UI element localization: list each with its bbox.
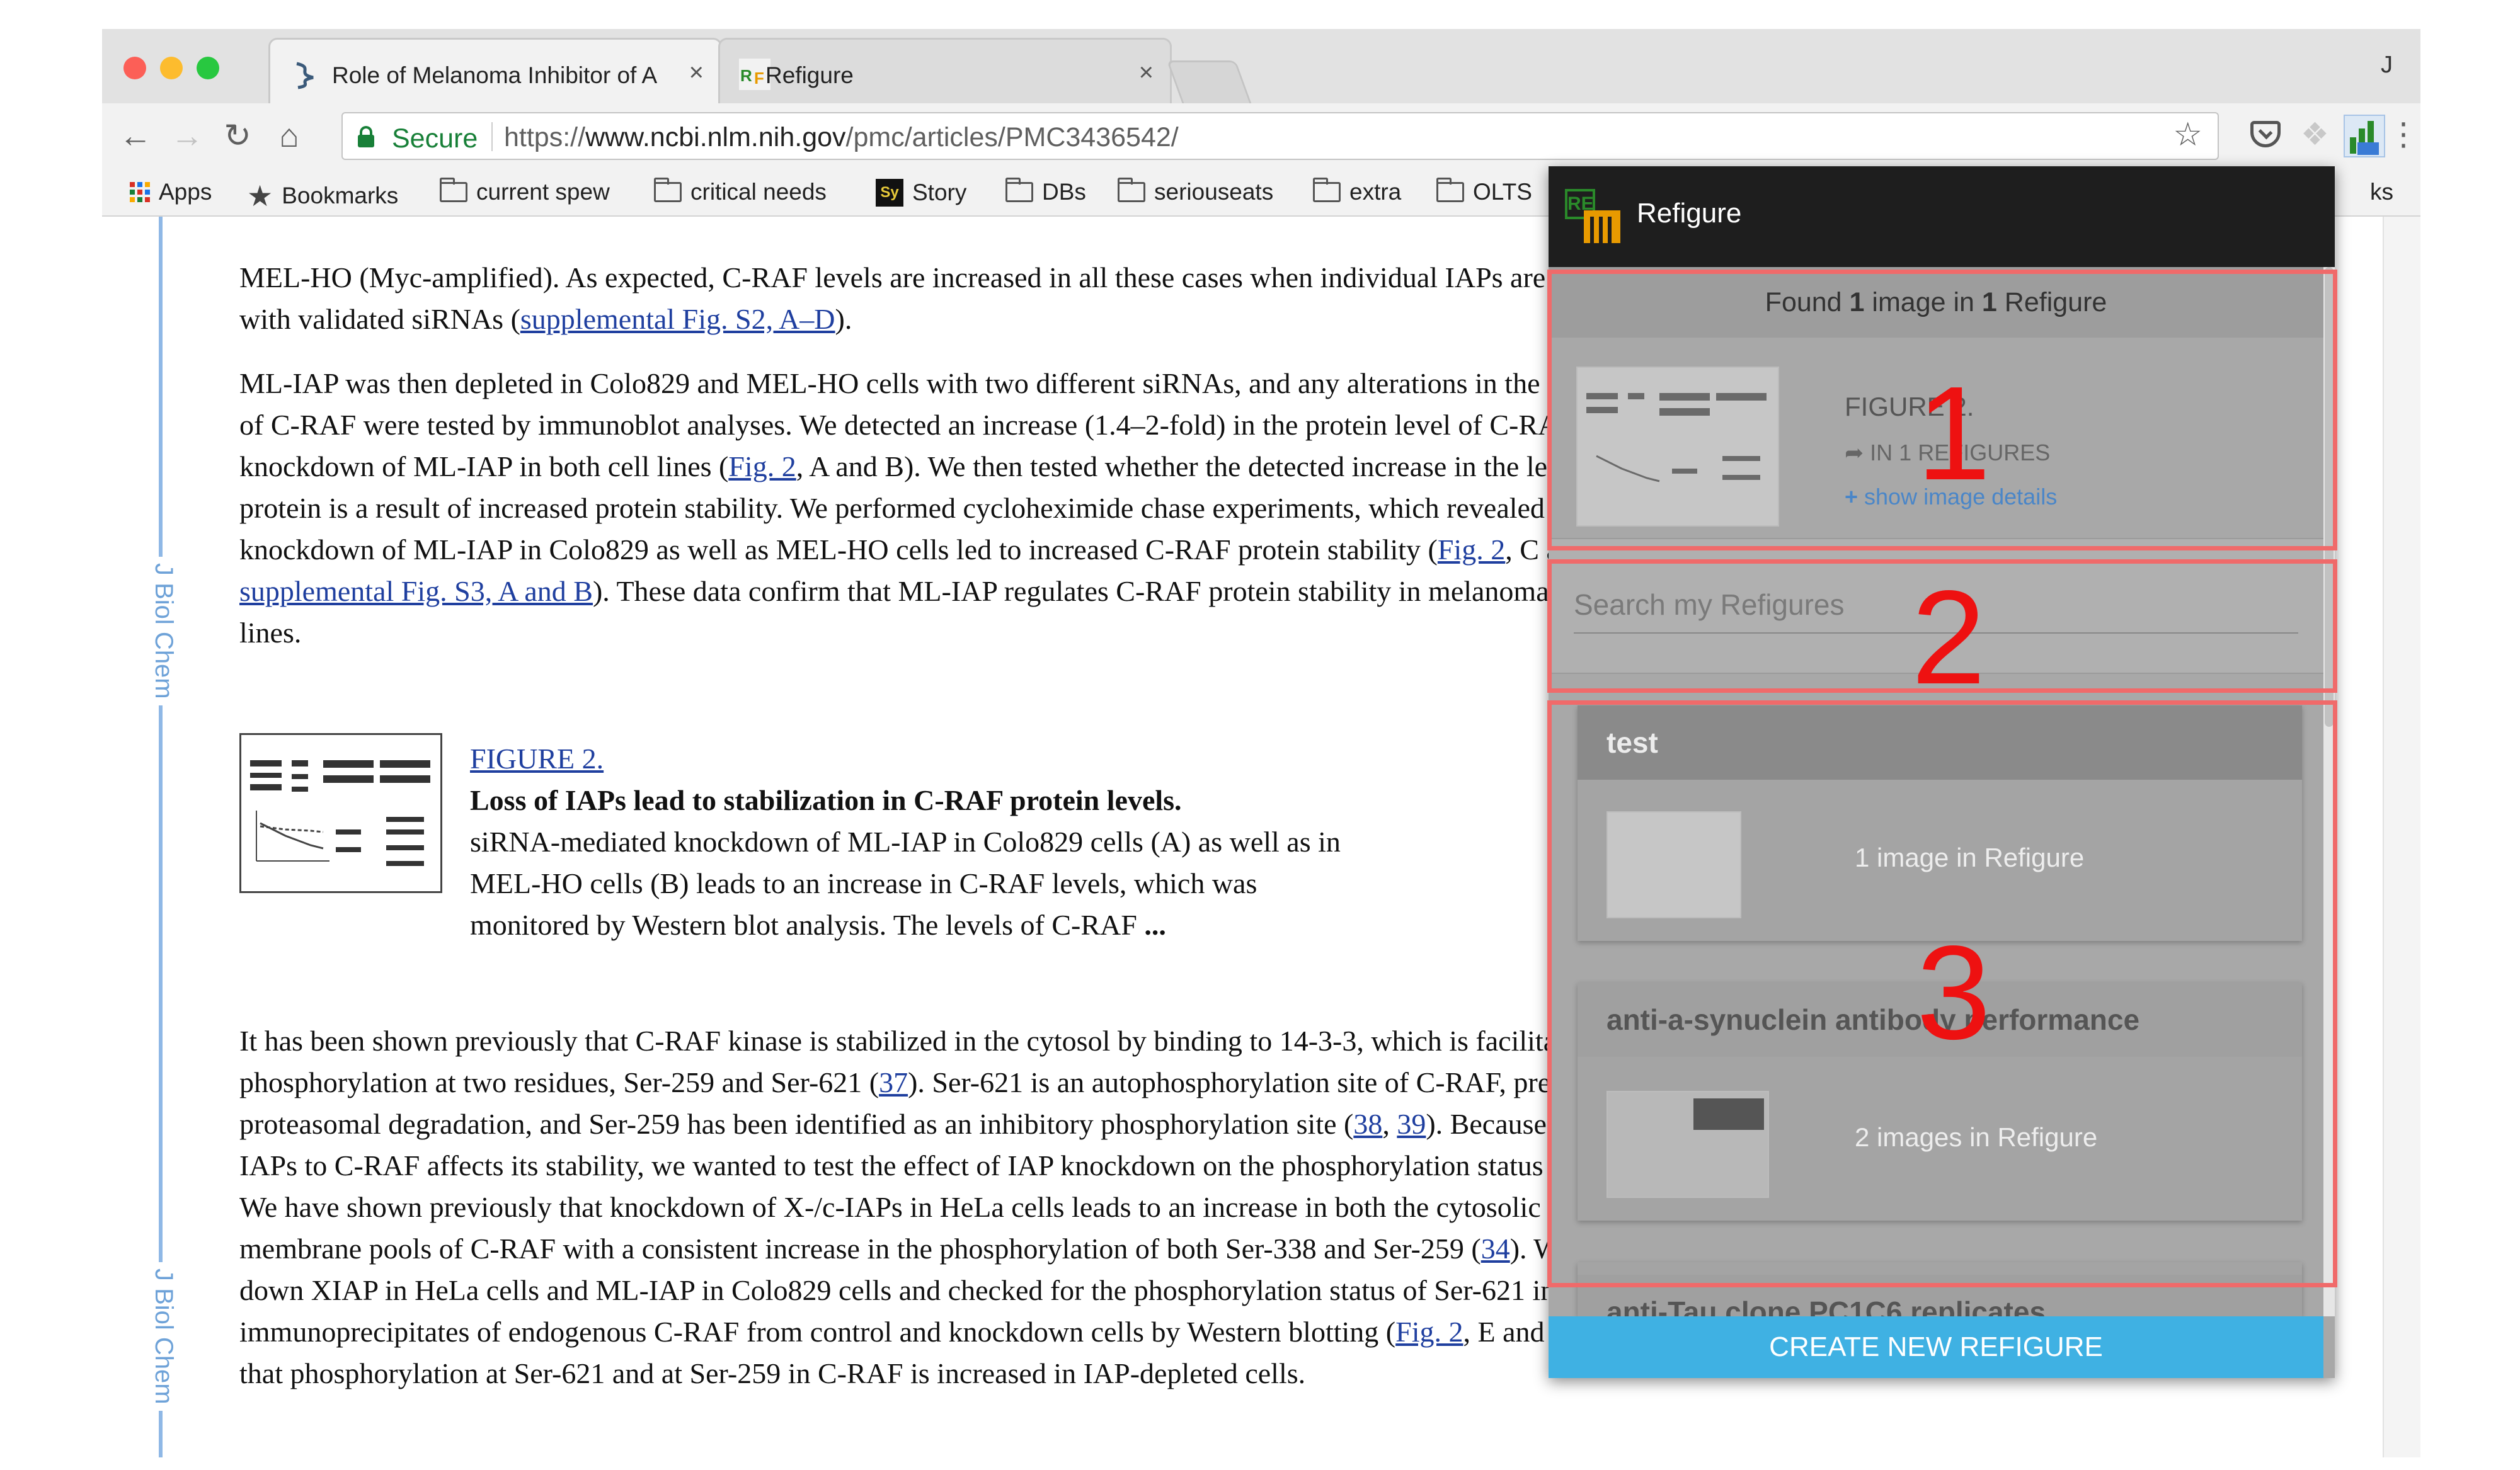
bookmark-label: extra — [1349, 179, 1402, 205]
bookmark-label: OLTS — [1473, 179, 1532, 205]
ncbi-favicon-icon — [296, 62, 314, 89]
bookmark-label: seriouseats — [1154, 179, 1274, 205]
bookmark-label: Story — [912, 179, 967, 205]
url-path: /pmc/articles/PMC3436542/ — [845, 122, 1179, 152]
supplemental-link[interactable]: supplemental Fig. S2, A–D — [520, 303, 835, 335]
supplemental-link[interactable]: supplemental Fig. S3, A and B — [239, 575, 593, 607]
figure-link[interactable]: Fig. 2 — [1395, 1316, 1463, 1348]
back-arrow-icon[interactable]: ← — [113, 118, 158, 154]
url-scheme: https:// — [504, 122, 586, 152]
journal-side-label: J Biol Chem — [149, 1262, 178, 1411]
address-separator — [491, 122, 493, 151]
folder-icon — [1436, 178, 1464, 202]
annotation-label-1: 1 — [1916, 358, 1991, 508]
refigure-extension-icon[interactable] — [2344, 115, 2385, 157]
figure-description: siRNA-mediated knockdown of ML-IAP in Co… — [470, 826, 1341, 941]
bookmark-star-icon[interactable]: ☆ — [2173, 116, 2202, 154]
bookmark-story[interactable]: Sy Story — [876, 179, 966, 207]
tab-close-icon[interactable]: × — [689, 59, 704, 87]
star-icon: ★ — [247, 179, 273, 212]
tab-bar: Role of Melanoma Inhibitor of A × R F Re… — [102, 29, 2420, 103]
bookmark-dbs[interactable]: DBs — [1005, 178, 1086, 205]
bookmark-label: critical needs — [690, 179, 827, 205]
create-new-refigure-button[interactable]: CREATE NEW REFIGURE — [1549, 1316, 2323, 1378]
figure-thumbnail[interactable] — [239, 733, 442, 893]
folder-icon — [1118, 178, 1145, 202]
bookmark-bookmarks[interactable]: ★ Bookmarks — [247, 179, 398, 213]
article-paragraph: MEL-HO (Myc-amplified). As expected, C-R… — [239, 261, 1651, 335]
reload-icon[interactable]: ↻ — [215, 118, 260, 154]
bookmark-other[interactable]: ks — [2370, 179, 2393, 205]
bookmark-label: ks — [2370, 179, 2393, 205]
maximize-window-button[interactable] — [197, 57, 219, 79]
lock-icon — [358, 126, 374, 147]
figure-caption: FIGURE 2. Loss of IAPs lead to stabiliza… — [470, 738, 1352, 946]
figure-title: Loss of IAPs lead to stabilization in C-… — [470, 784, 1182, 816]
address-bar[interactable]: Secure https://www.ncbi.nlm.nih.gov/pmc/… — [341, 112, 2219, 160]
folder-icon — [1313, 178, 1341, 202]
browser-window: Role of Melanoma Inhibitor of A × R F Re… — [102, 29, 2420, 1457]
pocket-icon[interactable] — [2250, 116, 2281, 147]
journal-side-label: J Biol Chem — [149, 557, 178, 705]
reference-link[interactable]: 37 — [879, 1066, 908, 1098]
article-paragraph: ML-IAP was then depleted in Colo829 and … — [239, 367, 1707, 649]
bookmark-seriouseats[interactable]: seriouseats — [1118, 178, 1274, 205]
close-window-button[interactable] — [123, 57, 146, 79]
folder-icon — [654, 178, 682, 202]
bookmark-apps[interactable]: Apps — [130, 179, 212, 205]
reference-link[interactable]: 39 — [1397, 1108, 1426, 1140]
dropbox-icon[interactable]: ❖ — [2301, 116, 2329, 152]
figure-title-link[interactable]: FIGURE 2. — [470, 743, 604, 775]
bookmark-label: Apps — [159, 179, 212, 205]
tab-close-icon[interactable]: × — [1139, 59, 1154, 87]
minimize-window-button[interactable] — [160, 57, 183, 79]
popup-header: RE Refigure — [1549, 166, 2335, 267]
home-icon[interactable]: ⌂ — [267, 118, 311, 154]
page-scrollbar[interactable] — [2383, 217, 2420, 1457]
url-host: www.ncbi.nlm.nih.gov — [585, 122, 846, 152]
annotation-label-2: 2 — [1911, 562, 1986, 712]
popup-title: Refigure — [1637, 198, 1742, 229]
bookmark-critical-needs[interactable]: critical needs — [654, 178, 827, 205]
tab-title: Role of Melanoma Inhibitor of A — [332, 62, 658, 88]
bookmark-label: Bookmarks — [282, 183, 399, 208]
url-text[interactable]: https://www.ncbi.nlm.nih.gov/pmc/article… — [504, 122, 1179, 153]
reference-link[interactable]: 34 — [1481, 1233, 1510, 1265]
folder-icon — [440, 178, 467, 202]
tab-refigure[interactable]: R F Refigure × — [718, 38, 1172, 103]
tab-article[interactable]: Role of Melanoma Inhibitor of A × — [268, 38, 722, 103]
forward-arrow-icon[interactable]: → — [165, 118, 209, 154]
figure-link[interactable]: Fig. 2 — [728, 450, 796, 482]
figure-more[interactable]: ... — [1137, 909, 1166, 941]
bookmark-olts[interactable]: OLTS — [1436, 178, 1532, 205]
apps-grid-icon — [130, 182, 150, 202]
annotation-label-3: 3 — [1916, 918, 1991, 1067]
profile-badge[interactable]: J — [2381, 52, 2393, 79]
sy-icon: Sy — [876, 179, 903, 207]
new-tab-button[interactable] — [1166, 60, 1252, 103]
western-blot-image — [250, 760, 430, 866]
reference-link[interactable]: 38 — [1353, 1108, 1382, 1140]
bookmark-label: current spew — [476, 179, 610, 205]
chrome-menu-icon[interactable]: ⋮ — [2388, 116, 2419, 152]
bookmark-extra[interactable]: extra — [1313, 178, 1402, 205]
secure-label: Secure — [392, 123, 478, 154]
folder-icon — [1005, 178, 1033, 202]
tab-title: Refigure — [765, 62, 854, 88]
article-paragraph: It has been shown previously that C-RAF … — [239, 1025, 1704, 1389]
browser-toolbar: ← → ↻ ⌂ Secure https://www.ncbi.nlm.nih.… — [102, 103, 2420, 169]
bookmark-label: DBs — [1042, 179, 1086, 205]
figure-link[interactable]: Fig. 2 — [1438, 533, 1505, 566]
bookmark-current-spew[interactable]: current spew — [440, 178, 610, 205]
refigure-logo-icon: RE — [1565, 189, 1625, 252]
